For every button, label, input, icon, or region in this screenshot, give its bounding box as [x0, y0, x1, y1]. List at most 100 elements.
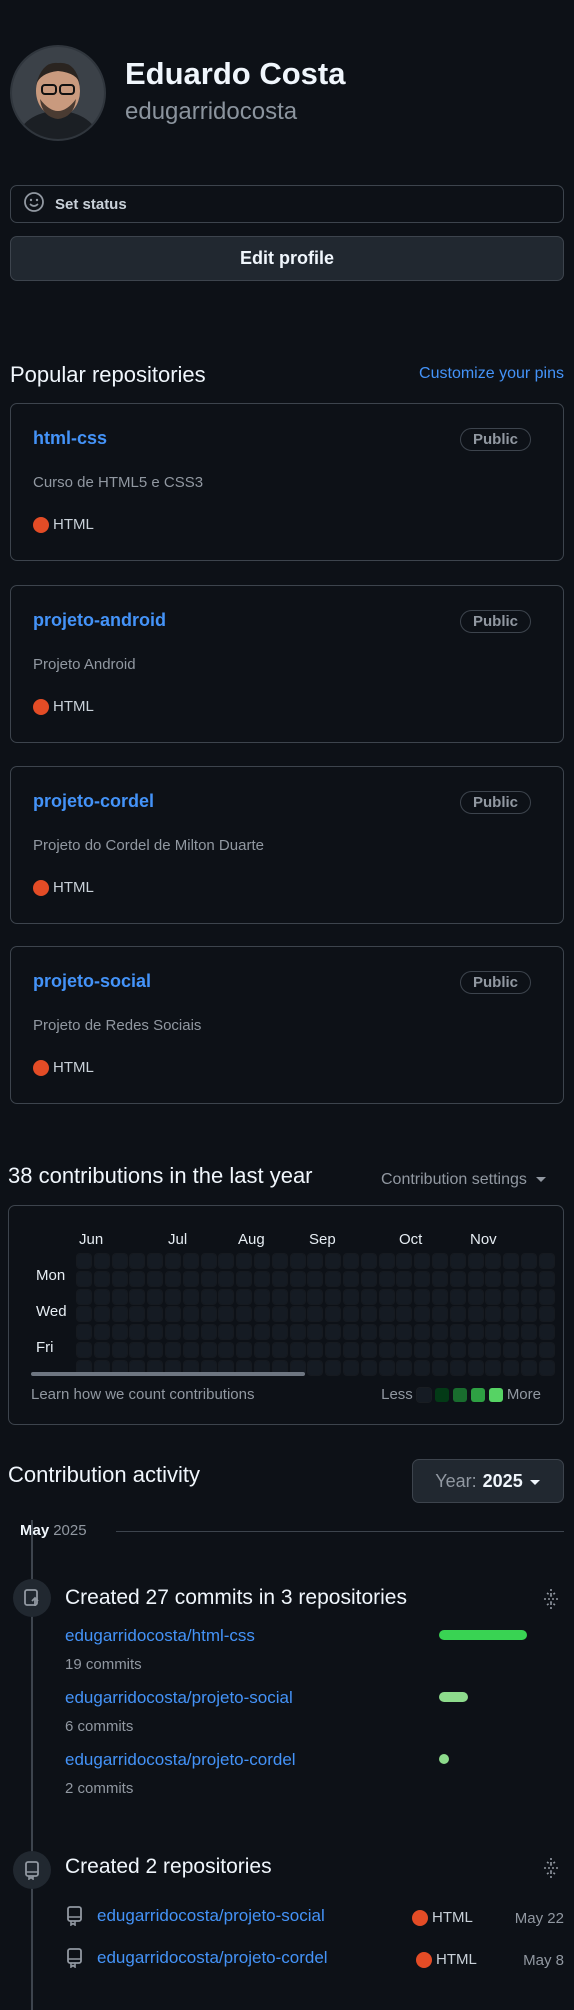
- calendar-day[interactable]: [289, 1306, 306, 1323]
- created-repo-link[interactable]: edugarridocosta/projeto-social: [97, 1906, 325, 1926]
- repo-link[interactable]: projeto-cordel: [33, 791, 154, 812]
- calendar-day[interactable]: [432, 1359, 448, 1376]
- calendar-day[interactable]: [503, 1306, 520, 1323]
- calendar-day[interactable]: [414, 1270, 431, 1287]
- calendar-day[interactable]: [396, 1288, 413, 1305]
- calendar-day[interactable]: [200, 1270, 217, 1287]
- calendar-day[interactable]: [111, 1342, 128, 1358]
- calendar-day[interactable]: [538, 1270, 555, 1287]
- calendar-day[interactable]: [289, 1288, 306, 1305]
- calendar-day[interactable]: [360, 1253, 377, 1269]
- calendar-day[interactable]: [307, 1306, 324, 1323]
- calendar-day[interactable]: [271, 1288, 288, 1305]
- calendar-day[interactable]: [485, 1288, 502, 1305]
- calendar-day[interactable]: [432, 1253, 448, 1269]
- calendar-day[interactable]: [467, 1270, 484, 1287]
- calendar-day[interactable]: [521, 1253, 537, 1269]
- calendar-day[interactable]: [76, 1324, 92, 1341]
- calendar-day[interactable]: [182, 1253, 199, 1269]
- calendar-day[interactable]: [396, 1342, 413, 1358]
- calendar-day[interactable]: [396, 1324, 413, 1341]
- calendar-day[interactable]: [129, 1342, 146, 1358]
- calendar-day[interactable]: [307, 1359, 324, 1376]
- calendar-day[interactable]: [467, 1324, 484, 1341]
- calendar-day[interactable]: [271, 1270, 288, 1287]
- calendar-day[interactable]: [378, 1359, 395, 1376]
- calendar-day[interactable]: [503, 1324, 520, 1341]
- calendar-day[interactable]: [182, 1342, 199, 1358]
- calendar-day[interactable]: [378, 1306, 395, 1323]
- calendar-day[interactable]: [449, 1342, 466, 1358]
- calendar-day[interactable]: [414, 1359, 431, 1376]
- calendar-day[interactable]: [236, 1288, 253, 1305]
- repo-link[interactable]: projeto-social: [33, 971, 151, 992]
- calendar-day[interactable]: [360, 1359, 377, 1376]
- calendar-day[interactable]: [538, 1288, 555, 1305]
- calendar-day[interactable]: [378, 1324, 395, 1341]
- calendar-day[interactable]: [396, 1359, 413, 1376]
- calendar-day[interactable]: [218, 1324, 235, 1341]
- repos-created-summary[interactable]: Created 2 repositories: [65, 1855, 272, 1879]
- calendar-day[interactable]: [129, 1306, 146, 1323]
- calendar-day[interactable]: [325, 1253, 342, 1269]
- calendar-day[interactable]: [378, 1253, 395, 1269]
- calendar-day[interactable]: [360, 1324, 377, 1341]
- calendar-day[interactable]: [182, 1288, 199, 1305]
- calendar-day[interactable]: [414, 1253, 431, 1269]
- calendar-day[interactable]: [503, 1359, 520, 1376]
- calendar-day[interactable]: [449, 1253, 466, 1269]
- calendar-day[interactable]: [289, 1253, 306, 1269]
- calendar-day[interactable]: [218, 1288, 235, 1305]
- calendar-day[interactable]: [129, 1253, 146, 1269]
- commit-count[interactable]: 6 commits: [65, 1718, 133, 1735]
- calendar-day[interactable]: [485, 1253, 502, 1269]
- calendar-day[interactable]: [325, 1288, 342, 1305]
- learn-contributions-link[interactable]: Learn how we count contributions: [31, 1386, 254, 1403]
- calendar-day[interactable]: [432, 1288, 448, 1305]
- calendar-day[interactable]: [414, 1288, 431, 1305]
- calendar-day[interactable]: [254, 1306, 270, 1323]
- calendar-day[interactable]: [521, 1288, 537, 1305]
- set-status-button[interactable]: Set status: [10, 185, 564, 223]
- repo-link[interactable]: html-css: [33, 428, 107, 449]
- calendar-day[interactable]: [503, 1270, 520, 1287]
- calendar-day[interactable]: [467, 1306, 484, 1323]
- calendar-day[interactable]: [165, 1306, 181, 1323]
- commit-repo-link[interactable]: edugarridocosta/projeto-cordel: [65, 1750, 296, 1770]
- calendar-day[interactable]: [111, 1253, 128, 1269]
- calendar-day[interactable]: [271, 1324, 288, 1341]
- calendar-day[interactable]: [414, 1324, 431, 1341]
- calendar-day[interactable]: [254, 1253, 270, 1269]
- calendar-day[interactable]: [307, 1342, 324, 1358]
- calendar-day[interactable]: [325, 1306, 342, 1323]
- calendar-day[interactable]: [111, 1324, 128, 1341]
- calendar-day[interactable]: [165, 1324, 181, 1341]
- calendar-day[interactable]: [325, 1342, 342, 1358]
- calendar-day[interactable]: [76, 1342, 92, 1358]
- calendar-day[interactable]: [360, 1270, 377, 1287]
- calendar-day[interactable]: [432, 1342, 448, 1358]
- calendar-day[interactable]: [200, 1324, 217, 1341]
- calendar-day[interactable]: [307, 1288, 324, 1305]
- calendar-day[interactable]: [307, 1324, 324, 1341]
- calendar-day[interactable]: [271, 1342, 288, 1358]
- calendar-day[interactable]: [467, 1359, 484, 1376]
- calendar-day[interactable]: [218, 1342, 235, 1358]
- calendar-day[interactable]: [236, 1270, 253, 1287]
- calendar-day[interactable]: [538, 1306, 555, 1323]
- commit-repo-link[interactable]: edugarridocosta/html-css: [65, 1626, 255, 1646]
- fold-icon[interactable]: [542, 1857, 560, 1884]
- calendar-day[interactable]: [503, 1342, 520, 1358]
- calendar-day[interactable]: [485, 1342, 502, 1358]
- calendar-day[interactable]: [271, 1253, 288, 1269]
- calendar-day[interactable]: [343, 1359, 359, 1376]
- calendar-day[interactable]: [93, 1306, 110, 1323]
- calendar-day[interactable]: [432, 1324, 448, 1341]
- calendar-day[interactable]: [182, 1306, 199, 1323]
- calendar-day[interactable]: [182, 1270, 199, 1287]
- calendar-day[interactable]: [93, 1288, 110, 1305]
- calendar-day[interactable]: [165, 1342, 181, 1358]
- calendar-day[interactable]: [147, 1288, 164, 1305]
- calendar-day[interactable]: [254, 1324, 270, 1341]
- commit-repo-link[interactable]: edugarridocosta/projeto-social: [65, 1688, 293, 1708]
